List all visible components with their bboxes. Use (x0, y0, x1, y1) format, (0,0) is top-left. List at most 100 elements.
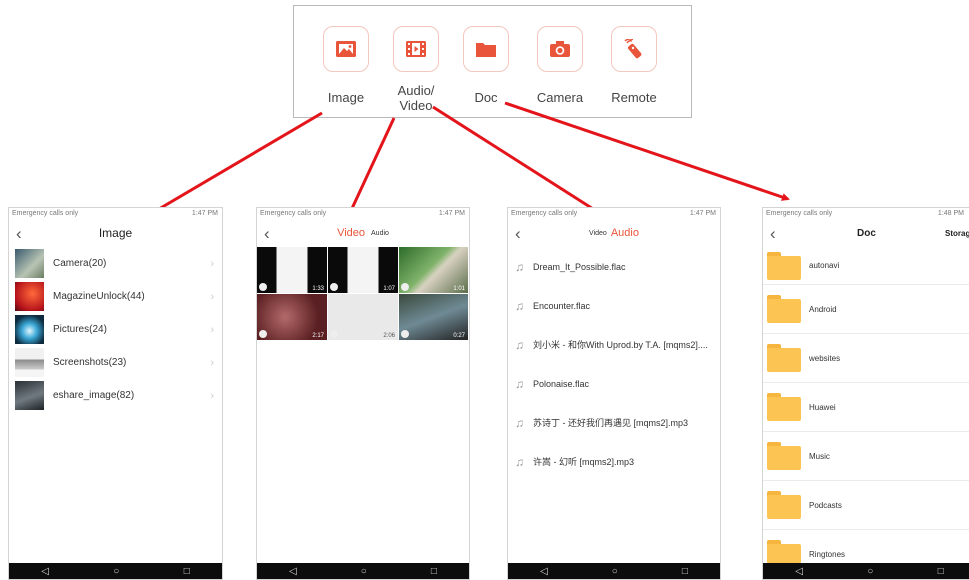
nav-back-icon[interactable]: ◁ (540, 566, 548, 577)
chevron-right-icon: › (210, 290, 214, 303)
back-chevron-icon[interactable]: ‹ (264, 224, 270, 244)
tab-video[interactable]: Video (589, 230, 607, 237)
video-thumbnail[interactable]: 1:33 (257, 247, 327, 293)
folder-row[interactable]: Music (763, 432, 969, 481)
album-thumbnail (15, 381, 44, 410)
nav-back-icon[interactable]: ◁ (289, 566, 297, 577)
audio-track-row[interactable]: ♫ 苏诗丁 - 还好我们再遇见 [mqms2].mp3 (508, 403, 720, 442)
folder-name: Podcasts (809, 500, 842, 510)
doc-header: ‹ Doc Storag (763, 219, 969, 247)
audio-screen: Emergency calls only 1:47 PM ‹ Video Aud… (507, 207, 721, 580)
audio-track-row[interactable]: ♫ Polonaise.flac (508, 364, 720, 403)
status-bar: Emergency calls only 1:47 PM (9, 208, 222, 219)
audio-header: ‹ Video Audio (508, 219, 720, 247)
storage-button[interactable]: Storag (945, 229, 969, 238)
video-thumbnail[interactable]: 0:27 (399, 294, 468, 340)
album-row[interactable]: MagazineUnlock(44) › (9, 280, 222, 313)
folder-icon (767, 442, 801, 470)
album-thumbnail (15, 282, 44, 311)
video-duration: 1:01 (453, 286, 465, 292)
video-thumbnail[interactable]: 2:06 (328, 294, 398, 340)
nav-back-icon[interactable]: ◁ (41, 566, 49, 577)
folder-name: websites (809, 353, 841, 363)
doc-tool-button[interactable]: Doc (451, 26, 521, 105)
film-icon (393, 26, 439, 72)
folder-icon (767, 491, 801, 519)
nav-recent-icon[interactable]: □ (938, 566, 944, 577)
audio-track-row[interactable]: ♫ 许嵩 - 幻听 [mqms2].mp3 (508, 442, 720, 481)
folder-icon (767, 251, 801, 280)
music-note-icon: ♫ (515, 298, 524, 313)
track-name: 许嵩 - 幻听 [mqms2].mp3 (533, 457, 635, 467)
back-chevron-icon[interactable]: ‹ (515, 224, 521, 244)
nav-recent-icon[interactable]: □ (184, 566, 190, 577)
album-row[interactable]: Pictures(24) › (9, 313, 222, 346)
back-chevron-icon[interactable]: ‹ (770, 224, 776, 244)
system-nav-bar: ◁ ○ □ (763, 563, 969, 579)
camera-tool-button[interactable]: Camera (525, 26, 595, 105)
folder-name: Huawei (809, 402, 836, 412)
track-name: Dream_It_Possible.flac (533, 261, 626, 272)
audio-track-row[interactable]: ♫ Dream_It_Possible.flac (508, 247, 720, 286)
music-note-icon: ♫ (515, 337, 524, 352)
nav-back-icon[interactable]: ◁ (795, 566, 803, 577)
nav-home-icon[interactable]: ○ (113, 566, 119, 577)
music-note-icon: ♫ (515, 415, 524, 430)
folder-icon (767, 393, 801, 421)
image-tool-button[interactable]: Image (311, 26, 381, 105)
nav-home-icon[interactable]: ○ (612, 566, 618, 577)
nav-recent-icon[interactable]: □ (431, 566, 437, 577)
album-thumbnail (15, 315, 44, 344)
album-row[interactable]: eshare_image(82) › (9, 379, 222, 412)
audio-track-row[interactable]: ♫ Encounter.flac (508, 286, 720, 325)
play-icon (330, 283, 338, 291)
status-bar: Emergency calls only 1:47 PM (257, 208, 469, 219)
tab-audio[interactable]: Audio (371, 230, 389, 237)
status-time: 1:48 PM (937, 210, 964, 217)
nav-home-icon[interactable]: ○ (867, 566, 873, 577)
tab-audio[interactable]: Audio (611, 227, 639, 239)
folder-row[interactable]: websites (763, 334, 969, 383)
status-bar: Emergency calls only 1:47 PM (508, 208, 720, 219)
remote-icon (611, 26, 657, 72)
folder-row[interactable]: autonavi (763, 247, 969, 285)
audio-video-tool-button[interactable]: Audio/ Video (381, 26, 451, 113)
nav-home-icon[interactable]: ○ (361, 566, 367, 577)
video-duration: 2:17 (312, 333, 324, 339)
transfer-toolbar: Image Audio/ Video Doc Camera Remote (293, 5, 692, 118)
audio-track-row[interactable]: ♫ 刘小米 - 和你With Uprod.by T.A. [mqms2].... (508, 325, 720, 364)
track-name: 苏诗丁 - 还好我们再遇见 [mqms2].mp3 (533, 418, 689, 428)
audio-video-tool-label: Audio/ Video (397, 83, 435, 113)
chevron-right-icon: › (210, 257, 214, 270)
folder-row[interactable]: Podcasts (763, 481, 969, 530)
status-bar: Emergency calls only 1:48 PM (763, 208, 969, 219)
tab-video[interactable]: Video (337, 227, 365, 239)
back-chevron-icon[interactable]: ‹ (16, 224, 22, 244)
folder-row[interactable]: Android (763, 285, 969, 334)
video-duration: 2:06 (383, 333, 395, 339)
music-note-icon: ♫ (515, 454, 524, 469)
image-tool-label: Image (327, 90, 365, 105)
status-time: 1:47 PM (438, 210, 465, 217)
folder-icon (767, 295, 801, 323)
nav-recent-icon[interactable]: □ (682, 566, 688, 577)
album-row[interactable]: Camera(20) › (9, 247, 222, 280)
system-nav-bar: ◁ ○ □ (257, 563, 469, 579)
chevron-right-icon: › (210, 323, 214, 336)
image-screen: Emergency calls only 1:47 PM ‹ Image Cam… (8, 207, 223, 580)
album-row[interactable]: Screenshots(23) › (9, 346, 222, 379)
video-thumbnail[interactable]: 2:17 (257, 294, 327, 340)
video-duration: 1:07 (383, 286, 395, 292)
system-nav-bar: ◁ ○ □ (9, 563, 222, 579)
arrow-audio (432, 105, 614, 223)
image-icon (323, 26, 369, 72)
remote-tool-button[interactable]: Remote (599, 26, 669, 105)
video-thumbnail[interactable]: 1:07 (328, 247, 398, 293)
status-carrier: Emergency calls only (12, 210, 79, 217)
chevron-right-icon: › (210, 389, 214, 402)
video-screen: Emergency calls only 1:47 PM ‹ Video Aud… (256, 207, 470, 580)
album-name: eshare_image(82) (53, 390, 135, 401)
video-thumbnail[interactable]: 1:01 (399, 247, 468, 293)
folder-row[interactable]: Huawei (763, 383, 969, 432)
folder-icon (767, 344, 801, 372)
